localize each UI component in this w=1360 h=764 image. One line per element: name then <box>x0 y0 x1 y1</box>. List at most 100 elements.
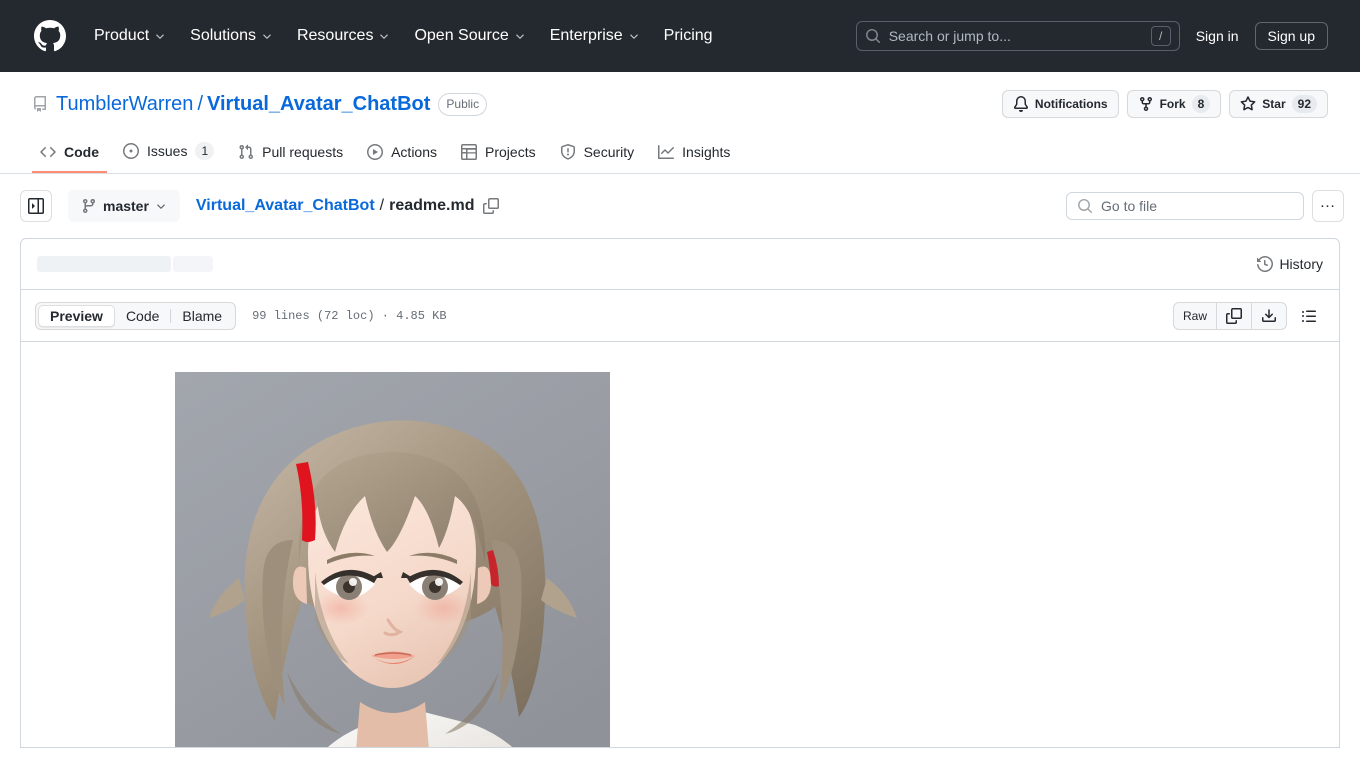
chevron-down-icon <box>263 34 271 39</box>
branch-selector-button[interactable]: master <box>68 190 180 222</box>
sidebar-expand-icon <box>28 198 44 214</box>
repo-path-separator: / <box>197 92 203 115</box>
notifications-button[interactable]: Notifications <box>1001 90 1119 118</box>
sign-up-button[interactable]: Sign up <box>1254 22 1328 50</box>
breadcrumb-separator: / <box>379 197 385 214</box>
tab-actions-label: Actions <box>391 144 438 160</box>
fork-button[interactable]: Fork 8 <box>1126 90 1222 118</box>
go-to-file-input[interactable]: Go to file <box>1066 192 1304 220</box>
nav-item-label: Pricing <box>663 27 713 44</box>
shield-icon <box>560 144 575 160</box>
file-toolbar: Preview Code Blame 99 lines (72 loc) · 4… <box>21 290 1339 342</box>
nav-item-label: Product <box>94 27 150 44</box>
global-header: Product Solutions Resources Open Source … <box>0 0 1360 72</box>
chevron-down-icon <box>515 34 524 39</box>
nav-item-enterprise[interactable]: Enterprise <box>538 19 652 53</box>
fork-label: Fork <box>1159 97 1186 111</box>
file-content-panel: Preview Code Blame 99 lines (72 loc) · 4… <box>20 290 1340 748</box>
raw-button[interactable]: Raw <box>1174 303 1216 329</box>
breadcrumb-root-link[interactable]: Virtual_Avatar_ChatBot <box>196 197 375 215</box>
fork-count: 8 <box>1191 95 1211 113</box>
tab-pull-requests[interactable]: Pull requests <box>230 136 351 173</box>
nav-item-label: Enterprise <box>549 27 623 44</box>
search-input[interactable]: Search or jump to... / <box>855 21 1180 51</box>
tab-code[interactable]: Code <box>115 305 170 327</box>
sidebar-expand-button[interactable] <box>20 190 52 222</box>
tab-insights-label: Insights <box>682 144 731 160</box>
star-icon <box>1240 96 1256 111</box>
code-icon <box>40 146 56 158</box>
nav-item-pricing[interactable]: Pricing <box>652 19 725 53</box>
star-count: 92 <box>1291 95 1317 113</box>
more-options-button[interactable]: … <box>1312 190 1344 222</box>
latest-commit-bar: History <box>20 238 1340 290</box>
tab-issues[interactable]: Issues 1 <box>115 134 222 173</box>
chevron-down-icon <box>380 34 389 39</box>
download-icon <box>1262 308 1276 322</box>
branch-name-label: master <box>103 198 149 214</box>
outline-button[interactable] <box>1295 302 1323 330</box>
notifications-label: Notifications <box>1034 97 1108 111</box>
tab-security-label: Security <box>583 144 635 160</box>
repository-actions: Notifications Fork 8 Star 92 <box>1001 90 1328 118</box>
nav-item-resources[interactable]: Resources <box>285 19 402 53</box>
chevron-down-icon <box>629 34 638 39</box>
copy-path-icon[interactable] <box>483 198 500 214</box>
readme-avatar-image <box>175 372 610 747</box>
commit-loading-placeholder-secondary <box>173 256 213 272</box>
repository-tabs: Code Issues 1 Pull requests Actions Proj… <box>32 134 1328 173</box>
global-nav: Product Solutions Resources Open Source … <box>82 19 725 53</box>
readme-preview-body <box>21 342 1339 747</box>
tab-insights[interactable]: Insights <box>650 136 738 173</box>
tab-preview[interactable]: Preview <box>38 304 115 327</box>
search-icon <box>865 29 880 44</box>
nav-item-label: Solutions <box>190 27 256 44</box>
copy-icon <box>1226 307 1242 324</box>
repo-visibility-badge: Public <box>438 92 488 116</box>
global-header-right: Search or jump to... / Sign in Sign up <box>855 21 1328 51</box>
nav-item-open-source[interactable]: Open Source <box>402 19 537 53</box>
tab-blame[interactable]: Blame <box>171 305 233 327</box>
go-to-file-placeholder: Go to file <box>1101 198 1158 214</box>
repo-name-link[interactable]: Virtual_Avatar_ChatBot <box>207 93 430 116</box>
repo-owner-link[interactable]: TumblerWarren <box>56 93 193 116</box>
tab-code[interactable]: Code <box>32 136 107 173</box>
copy-raw-button[interactable] <box>1216 302 1251 329</box>
list-unordered-icon <box>1302 310 1316 322</box>
file-navigation-right: Go to file … <box>1066 190 1344 222</box>
nav-item-product[interactable]: Product <box>82 19 178 53</box>
commit-loading-placeholder <box>37 256 171 272</box>
table-icon <box>461 144 478 160</box>
star-label: Star <box>1262 97 1286 111</box>
chevron-down-icon <box>157 204 165 209</box>
tab-actions[interactable]: Actions <box>359 136 445 173</box>
tab-projects-label: Projects <box>485 144 536 160</box>
github-mark-icon[interactable] <box>34 20 66 52</box>
history-icon <box>1257 256 1274 272</box>
tab-security[interactable]: Security <box>552 136 643 173</box>
play-icon <box>367 144 384 160</box>
history-button[interactable]: History <box>1257 256 1323 272</box>
repository-header: TumblerWarren / Virtual_Avatar_ChatBot P… <box>0 72 1360 174</box>
issue-opened-icon <box>123 143 139 159</box>
sign-in-link[interactable]: Sign in <box>1196 28 1239 44</box>
search-shortcut-badge: / <box>1150 26 1171 46</box>
star-button[interactable]: Star 92 <box>1229 90 1328 118</box>
bell-icon <box>1013 96 1028 112</box>
git-branch-icon <box>82 199 95 214</box>
graph-icon <box>658 145 675 159</box>
download-button[interactable] <box>1251 302 1286 329</box>
tab-pull-requests-label: Pull requests <box>262 144 344 160</box>
file-toolbar-right: Raw <box>1172 301 1323 330</box>
tab-code-label: Code <box>64 144 99 160</box>
tab-projects[interactable]: Projects <box>453 136 544 173</box>
file-navigation-row: master Virtual_Avatar_ChatBot / readme.m… <box>0 174 1360 238</box>
search-placeholder: Search or jump to... <box>888 28 1011 44</box>
history-label: History <box>1279 256 1323 272</box>
file-view-tabs: Preview Code Blame <box>35 301 237 330</box>
file-meta-text: 99 lines (72 loc) · 4.85 KB <box>252 308 447 323</box>
nav-item-solutions[interactable]: Solutions <box>178 19 285 53</box>
breadcrumb-file-name: readme.md <box>389 197 475 214</box>
repository-title-row: TumblerWarren / Virtual_Avatar_ChatBot P… <box>32 88 1328 120</box>
file-action-button-group: Raw <box>1172 301 1287 330</box>
